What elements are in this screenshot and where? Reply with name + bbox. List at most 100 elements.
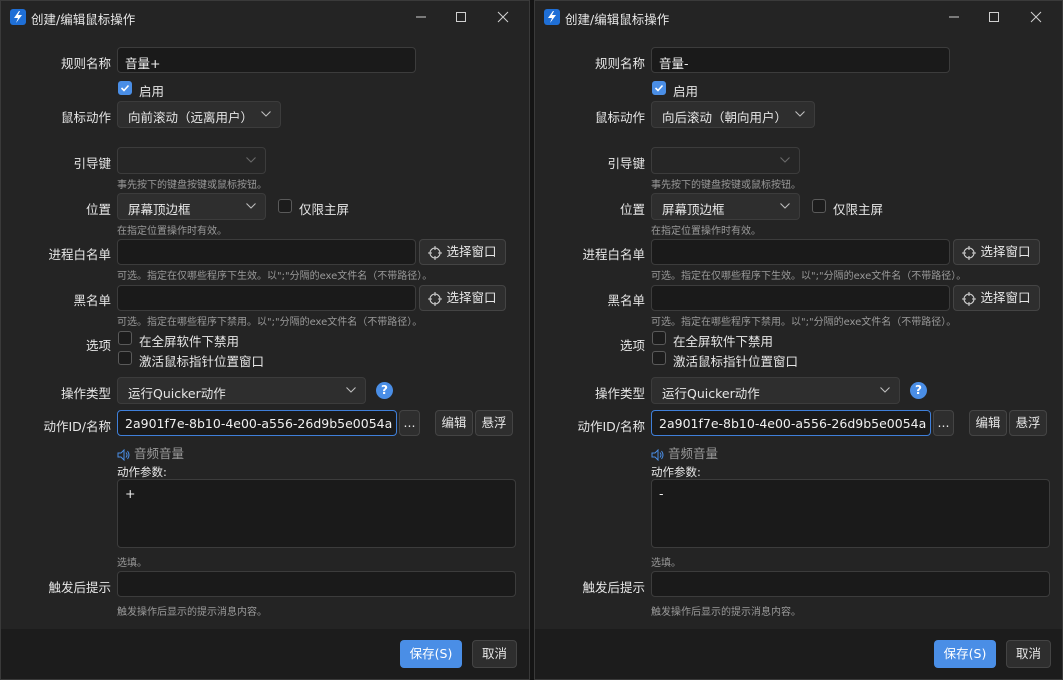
process-whitelist-hint: 可选。指定在仅哪些程序下生效。以";"分隔的exe文件名（不带路径）。 (651, 271, 967, 282)
help-icon[interactable]: ? (910, 382, 927, 399)
position-select[interactable]: 屏幕顶边框 (651, 193, 800, 220)
speaker-icon (651, 448, 664, 461)
select-window-button[interactable]: 选择窗口 (953, 239, 1040, 265)
action-name-text: 音频音量 (134, 446, 185, 461)
enable-label: 启用 (673, 84, 699, 99)
trigger-tip-input[interactable] (117, 571, 516, 597)
action-params-hint: 选填。 (651, 558, 681, 569)
maximize-button[interactable] (974, 1, 1014, 33)
position-select[interactable]: 屏幕顶边框 (117, 193, 266, 220)
trigger-tip-hint: 触发操作后显示的提示消息内容。 (651, 607, 801, 618)
position-value: 屏幕顶边框 (662, 202, 725, 217)
position-label: 位置 (85, 202, 111, 217)
browse-action-button[interactable]: ... (933, 410, 954, 436)
enable-checkbox[interactable] (652, 81, 666, 95)
primary-screen-only-checkbox[interactable] (812, 199, 826, 213)
operation-type-select[interactable]: 运行Quicker动作 (651, 377, 900, 404)
rule-name-label: 规则名称 (60, 56, 111, 71)
float-action-button[interactable]: 悬浮 (1009, 410, 1047, 436)
minimize-button[interactable] (401, 1, 441, 33)
fullscreen-disable-checkbox[interactable] (118, 331, 132, 345)
mouse-action-select[interactable]: 向前滚动（远离用户） (117, 101, 281, 128)
float-action-button[interactable]: 悬浮 (475, 410, 513, 436)
blacklist-label: 黑名单 (73, 293, 111, 308)
primary-screen-only-checkbox[interactable] (278, 199, 292, 213)
action-name: 音频音量 (117, 443, 184, 462)
operation-type-select[interactable]: 运行Quicker动作 (117, 377, 366, 404)
action-params-hint: 选填。 (117, 558, 147, 569)
action-id-input[interactable]: 2a901f7e-8b10-4e00-a556-26d9b5e0054a (117, 410, 397, 436)
rule-name-input[interactable]: 音量+ (117, 47, 416, 73)
chevron-down-icon (880, 387, 890, 393)
position-label: 位置 (619, 202, 645, 217)
primary-screen-only-label: 仅限主屏 (833, 202, 884, 217)
action-params-textarea[interactable]: + (117, 479, 516, 548)
select-window-label: 选择窗口 (446, 290, 497, 305)
leader-key-hint: 事先按下的键盘按键或鼠标按钮。 (117, 180, 267, 191)
select-window-button[interactable]: 选择窗口 (419, 239, 506, 265)
edit-action-button[interactable]: 编辑 (969, 410, 1007, 436)
action-id-input[interactable]: 2a901f7e-8b10-4e00-a556-26d9b5e0054a (651, 410, 931, 436)
blacklist-label: 黑名单 (607, 293, 645, 308)
trigger-tip-label: 触发后提示 (48, 580, 111, 595)
minimize-button[interactable] (934, 1, 974, 33)
crosshair-icon (962, 245, 977, 260)
dialog-window-volume-up: 创建/编辑鼠标操作 规则名称 音量+ 启用 鼠标动作 向前滚动（远离用户） 引导… (0, 0, 530, 680)
title-bar[interactable]: 创建/编辑鼠标操作 (535, 1, 1062, 33)
action-params-textarea[interactable]: - (651, 479, 1050, 548)
action-id-label: 动作ID/名称 (577, 419, 645, 434)
operation-type-value: 运行Quicker动作 (128, 386, 226, 401)
blacklist-input[interactable] (651, 285, 950, 311)
save-button[interactable]: 保存(S) (934, 640, 996, 668)
action-id-label: 动作ID/名称 (43, 419, 111, 434)
activate-window-checkbox[interactable] (118, 351, 132, 365)
close-button[interactable] (1016, 1, 1056, 33)
activate-window-label: 激活鼠标指针位置窗口 (139, 354, 265, 369)
chevron-down-icon (246, 203, 256, 209)
leader-key-select[interactable] (117, 147, 266, 174)
chevron-down-icon (261, 111, 271, 117)
select-window-button-blacklist[interactable]: 选择窗口 (953, 285, 1040, 311)
trigger-tip-hint: 触发操作后显示的提示消息内容。 (117, 607, 267, 618)
rule-name-label: 规则名称 (594, 56, 645, 71)
save-button[interactable]: 保存(S) (400, 640, 462, 668)
position-hint: 在指定位置操作时有效。 (651, 226, 761, 237)
trigger-tip-label: 触发后提示 (582, 580, 645, 595)
mouse-action-label: 鼠标动作 (594, 110, 645, 125)
select-window-label: 选择窗口 (980, 244, 1031, 259)
quicker-app-icon (544, 9, 560, 25)
cancel-button[interactable]: 取消 (1006, 640, 1051, 668)
process-whitelist-input[interactable] (117, 239, 416, 265)
close-button[interactable] (483, 1, 523, 33)
process-whitelist-input[interactable] (651, 239, 950, 265)
mouse-action-select[interactable]: 向后滚动（朝向用户） (651, 101, 815, 128)
leader-key-label: 引导键 (607, 156, 645, 171)
leader-key-select[interactable] (651, 147, 800, 174)
action-params-label: 动作参数: (651, 465, 701, 479)
title-bar[interactable]: 创建/编辑鼠标操作 (1, 1, 529, 33)
chevron-down-icon (346, 387, 356, 393)
browse-action-button[interactable]: ... (399, 410, 420, 436)
operation-type-label: 操作类型 (594, 386, 645, 401)
dialog-window-volume-down: 创建/编辑鼠标操作 规则名称 音量- 启用 鼠标动作 向后滚动（朝向用户） 引导… (534, 0, 1063, 680)
mouse-action-value: 向前滚动（远离用户） (128, 110, 254, 125)
window-title: 创建/编辑鼠标操作 (565, 12, 670, 27)
enable-checkbox[interactable] (118, 81, 132, 95)
enable-label: 启用 (139, 84, 165, 99)
blacklist-hint: 可选。指定在哪些程序下禁用。以";"分隔的exe文件名（不带路径）。 (117, 317, 423, 328)
fullscreen-disable-checkbox[interactable] (652, 331, 666, 345)
edit-action-button[interactable]: 编辑 (435, 410, 473, 436)
chevron-down-icon (246, 157, 256, 163)
activate-window-checkbox[interactable] (652, 351, 666, 365)
crosshair-icon (962, 291, 977, 306)
maximize-button[interactable] (441, 1, 481, 33)
help-icon[interactable]: ? (376, 382, 393, 399)
action-params-label: 动作参数: (117, 465, 167, 479)
select-window-button-blacklist[interactable]: 选择窗口 (419, 285, 506, 311)
rule-name-input[interactable]: 音量- (651, 47, 950, 73)
chevron-down-icon (795, 111, 805, 117)
blacklist-input[interactable] (117, 285, 416, 311)
action-name: 音频音量 (651, 443, 718, 462)
trigger-tip-input[interactable] (651, 571, 1050, 597)
cancel-button[interactable]: 取消 (472, 640, 517, 668)
